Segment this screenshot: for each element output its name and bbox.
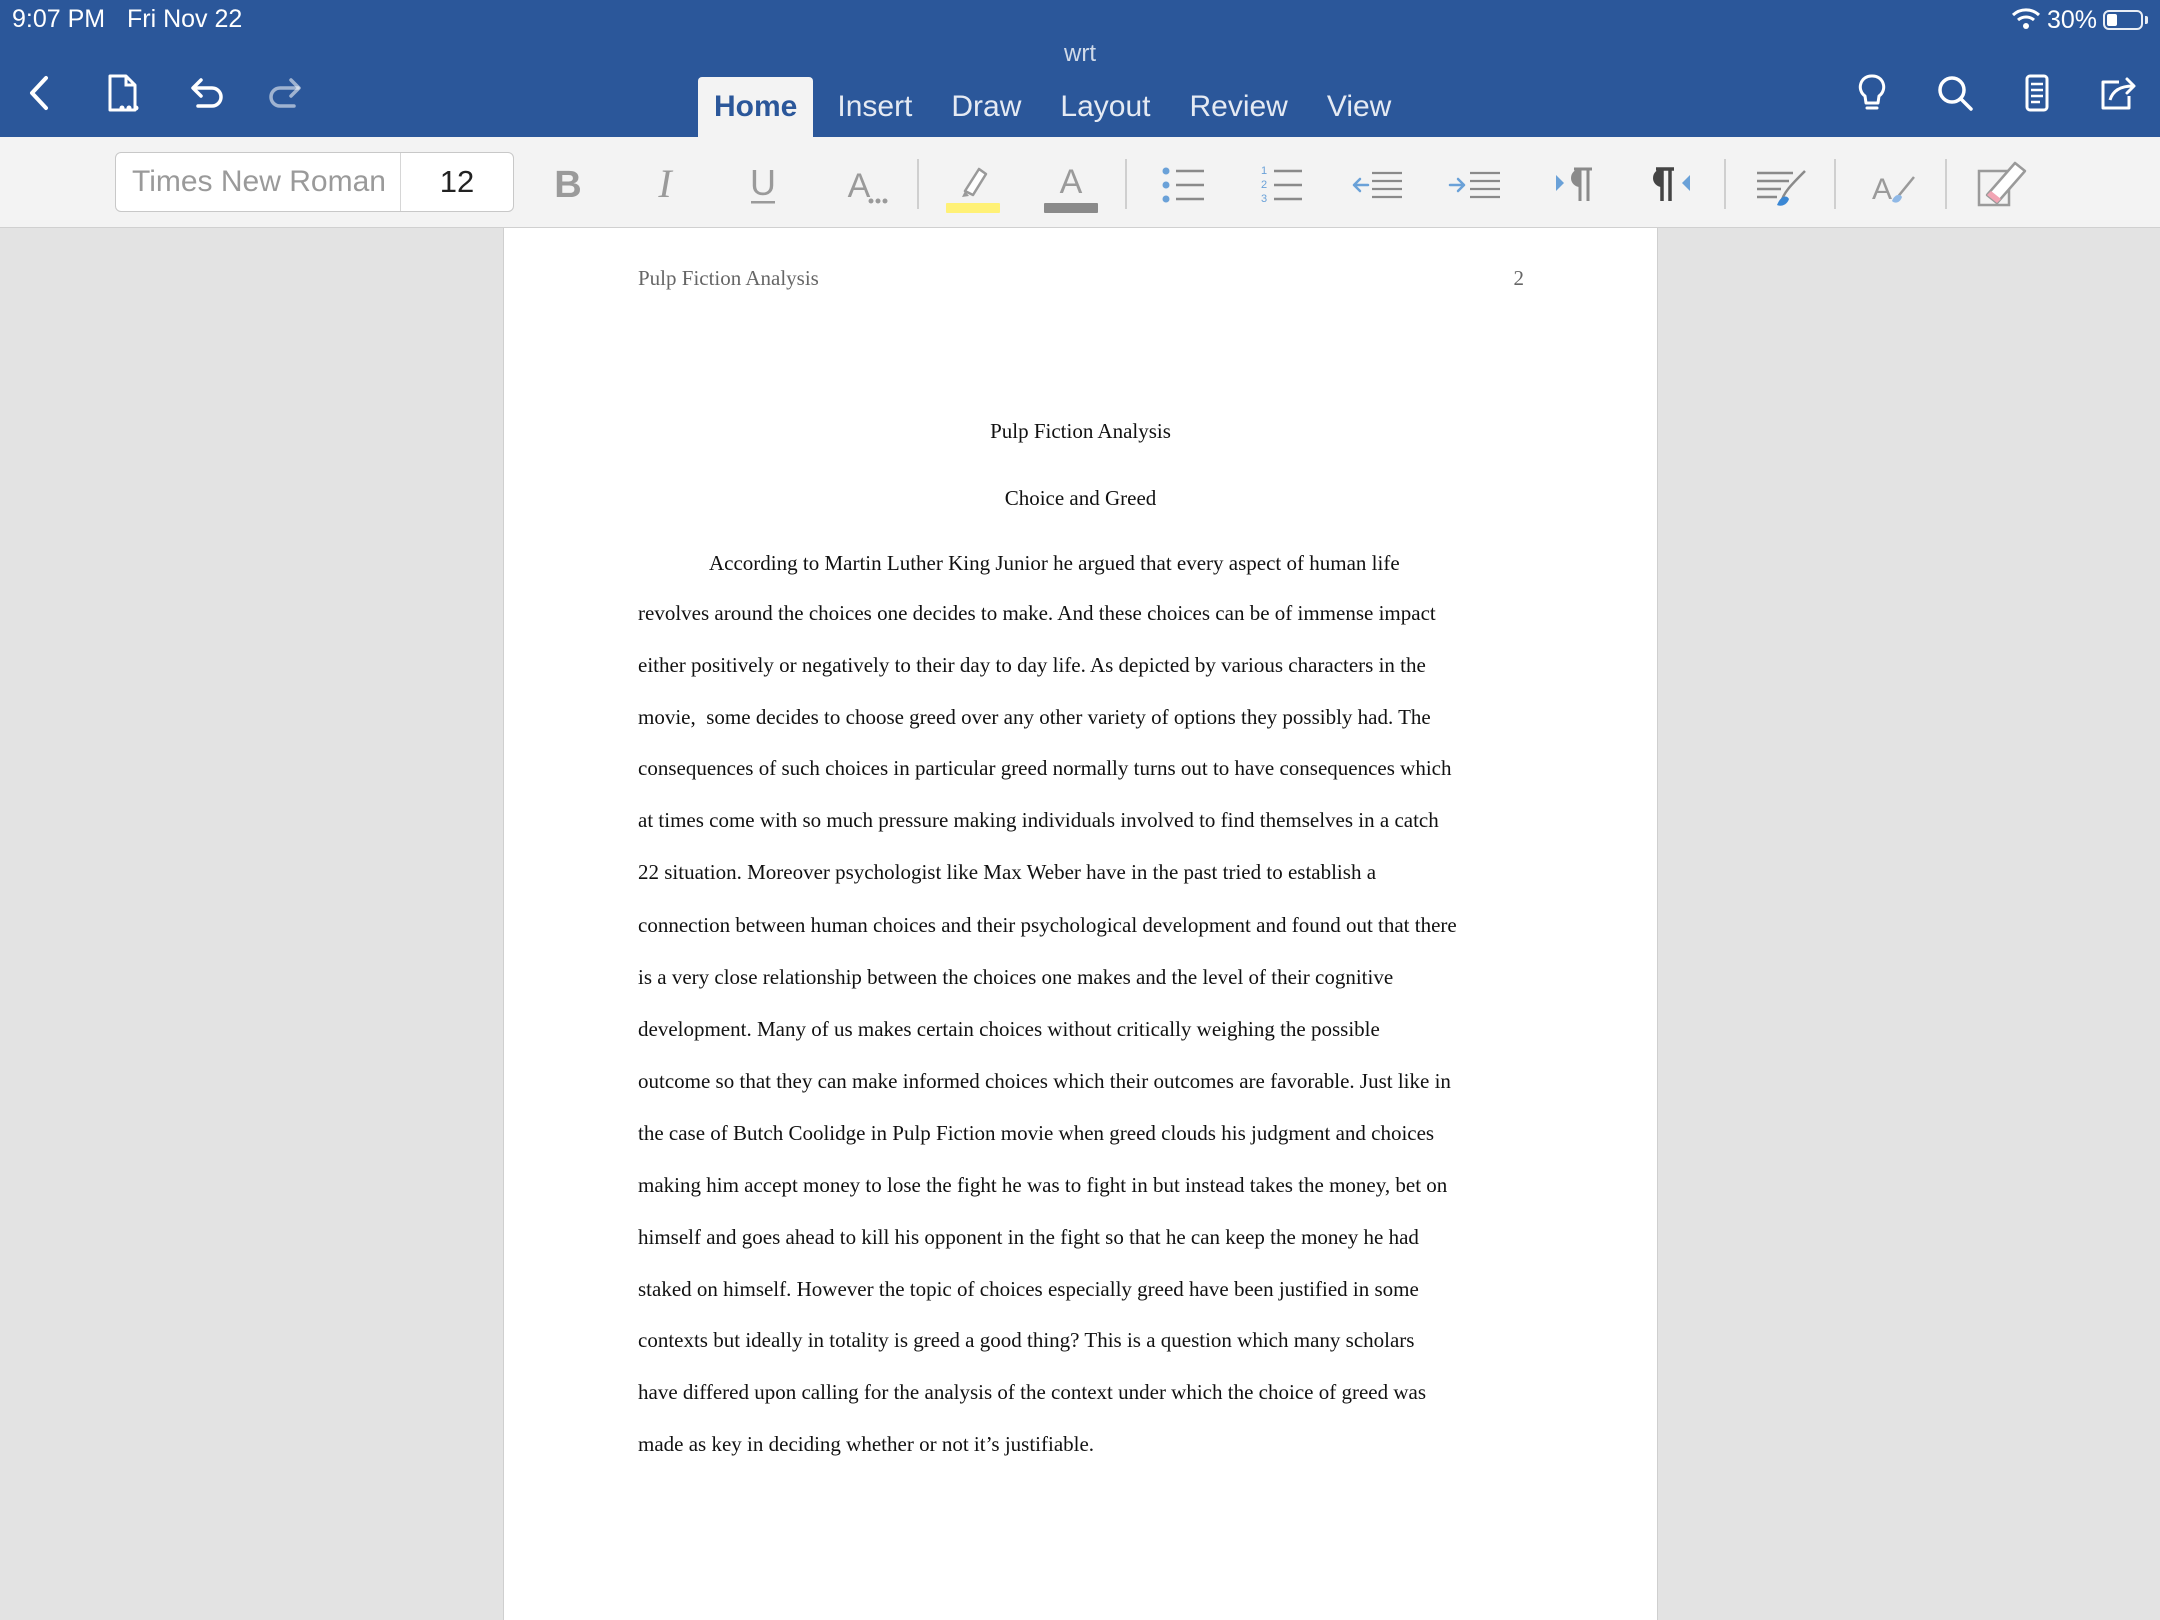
battery-icon [2103, 10, 2143, 30]
font-color-icon[interactable]: A [1036, 155, 1106, 215]
search-icon[interactable] [1930, 68, 1980, 118]
text-line: is a very close relationship between the… [638, 965, 1394, 989]
clear-formatting-icon[interactable] [1966, 155, 2036, 215]
battery-percent: 30% [2046, 5, 2097, 34]
font-size-field[interactable]: 12 [401, 153, 513, 211]
format-painter-icon[interactable]: A [1857, 155, 1927, 215]
text-effects-icon[interactable]: A [828, 155, 898, 215]
redo-icon[interactable] [262, 68, 312, 118]
home-ribbon-toolbar: 12 B I U A A 123 A [0, 137, 2160, 228]
tab-insert[interactable]: Insert [822, 77, 927, 137]
document-title: wrt [1064, 40, 1096, 67]
mobile-view-icon[interactable] [2012, 68, 2062, 118]
text-line: himself and goes ahead to kill his oppon… [638, 1225, 1419, 1249]
tab-layout[interactable]: Layout [1045, 77, 1165, 137]
svg-text:A: A [1872, 173, 1892, 206]
text-line: staked on himself. However the topic of … [638, 1277, 1419, 1301]
text-line: consequences of such choices in particul… [638, 756, 1452, 780]
underline-icon[interactable]: U [728, 155, 798, 215]
title-bar: 9:07 PM Fri Nov 22 wrt 30% Home Insert D… [0, 0, 2160, 137]
status-date: Fri Nov 22 [127, 5, 243, 33]
svg-text:A: A [1060, 163, 1083, 201]
document-heading: Pulp Fiction Analysis [990, 419, 1171, 443]
document-subheading: Choice and Greed [1004, 486, 1157, 510]
ltr-paragraph-icon[interactable] [1539, 155, 1609, 215]
text-line: either positively or negatively to their… [638, 653, 1426, 677]
text-line: connection between human choices and the… [638, 913, 1457, 937]
numbering-icon[interactable]: 1 2 3 [1245, 155, 1315, 215]
svg-text:A: A [848, 167, 871, 205]
share-icon[interactable] [2093, 68, 2143, 118]
tab-view[interactable]: View [1312, 77, 1406, 137]
status-time: 9:07 PM [12, 5, 106, 33]
back-icon[interactable] [15, 68, 65, 118]
page-number: 2 [1513, 266, 1525, 290]
font-name-field[interactable] [116, 153, 401, 211]
tab-review[interactable]: Review [1174, 77, 1302, 137]
running-header: Pulp Fiction Analysis [638, 266, 819, 290]
tab-draw[interactable]: Draw [936, 77, 1036, 137]
svg-text:2: 2 [1261, 179, 1267, 191]
italic-icon[interactable]: I [630, 155, 700, 215]
text-line: have differed upon calling for the analy… [638, 1380, 1426, 1404]
wifi-icon [2011, 6, 2041, 35]
status-indicators: 30% [2011, 5, 2148, 35]
svg-text:3: 3 [1261, 193, 1267, 205]
text-line: the case of Butch Coolidge in Pulp Ficti… [638, 1121, 1435, 1145]
file-menu-icon[interactable] [98, 68, 148, 118]
text-line: making him accept money to lose the figh… [638, 1173, 1448, 1197]
svg-text:1: 1 [1261, 165, 1267, 177]
ribbon-tabs: Home Insert Draw Layout Review View [698, 77, 1415, 137]
increase-indent-icon[interactable] [1441, 155, 1511, 215]
bullets-icon[interactable] [1147, 155, 1217, 215]
svg-text:U: U [750, 162, 776, 203]
lightbulb-icon[interactable] [1847, 68, 1897, 118]
undo-icon[interactable] [180, 68, 230, 118]
bold-icon[interactable]: B [533, 155, 603, 215]
svg-text:B: B [554, 164, 581, 206]
document-page[interactable]: Pulp Fiction Analysis 2 Pulp Fiction Ana… [503, 228, 1658, 1620]
styles-icon[interactable] [1746, 155, 1816, 215]
decrease-indent-icon[interactable] [1343, 155, 1413, 215]
highlight-icon[interactable] [938, 155, 1008, 215]
text-line: revolves around the choices one decides … [638, 601, 1436, 625]
font-selector: 12 [115, 152, 514, 212]
tab-home[interactable]: Home [698, 77, 814, 137]
text-line: development. Many of us makes certain ch… [638, 1017, 1380, 1041]
text-line: contexts but ideally in totality is gree… [638, 1328, 1415, 1352]
rtl-paragraph-icon[interactable] [1637, 155, 1707, 215]
text-line: outcome so that they can make informed c… [638, 1069, 1451, 1093]
text-line: made as key in deciding whether or not i… [638, 1432, 1095, 1456]
text-line: movie, some decides to choose greed over… [638, 705, 1431, 729]
text-line: 22 situation. Moreover psychologist like… [638, 860, 1377, 884]
text-line: According to Martin Luther King Junior h… [709, 551, 1400, 575]
text-line: at times come with so much pressure maki… [638, 808, 1439, 832]
svg-text:I: I [657, 161, 673, 206]
